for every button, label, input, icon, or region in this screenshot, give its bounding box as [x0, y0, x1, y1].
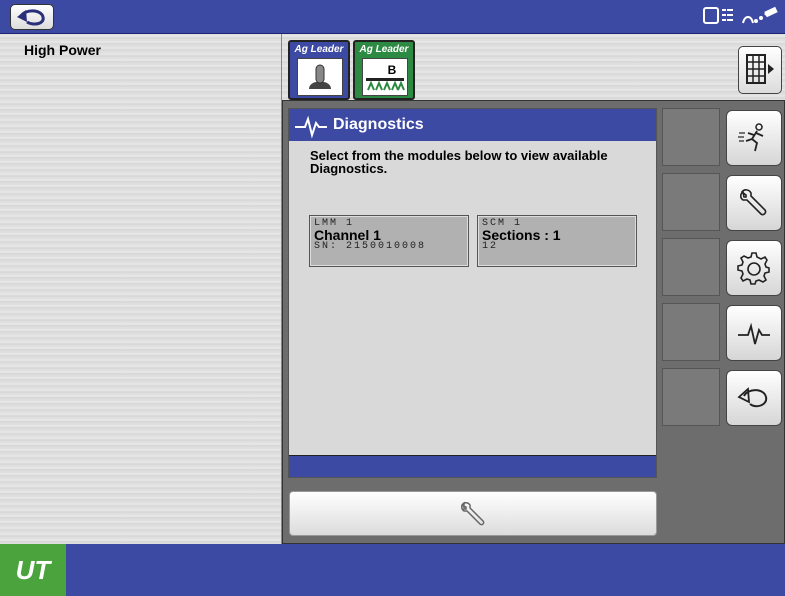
dialog-title: Diagnostics	[333, 116, 424, 133]
softkey-slot-empty	[662, 303, 720, 361]
dialog-title-bar: Diagnostics	[289, 109, 656, 141]
tab-boom-control[interactable]: Ag Leader B	[353, 40, 415, 100]
softkey-undo[interactable]	[726, 370, 782, 426]
tab-icon-frame: B	[362, 58, 408, 96]
module-button-scm[interactable]: SCM 1 Sections : 1 12	[477, 215, 637, 267]
softkey-slot-empty	[662, 173, 720, 231]
diagnostics-dialog: Diagnostics Select from the modules belo…	[288, 108, 657, 478]
pulse-icon	[738, 322, 770, 345]
tools-button[interactable]	[289, 491, 657, 536]
grid-menu-button[interactable]	[738, 46, 782, 94]
back-button[interactable]	[10, 4, 54, 30]
undo-arrow-icon	[737, 387, 768, 408]
softkey-tools[interactable]	[726, 175, 782, 231]
tab-brand-label: Ag Leader	[294, 44, 344, 55]
softkey-settings[interactable]	[726, 240, 782, 296]
gps-satellite-icon	[742, 6, 778, 24]
switch-toggle-icon	[309, 64, 331, 89]
tab-brand-label: Ag Leader	[359, 44, 409, 55]
wrench-icon	[460, 501, 485, 525]
left-panel: High Power	[0, 34, 282, 544]
sprayer-boom-icon	[366, 78, 405, 91]
softkey-slot-empty	[662, 108, 720, 166]
softkey-run[interactable]	[726, 110, 782, 166]
ut-logo-text: UT	[15, 554, 51, 585]
module-button-lmm[interactable]: LMM 1 Channel 1 SN: 2150010008	[309, 215, 469, 267]
left-panel-title: High Power	[24, 42, 102, 58]
status-icons	[703, 5, 779, 27]
grid-icon	[746, 54, 774, 84]
gear-icon	[737, 252, 770, 285]
implement-status-icon	[703, 7, 733, 24]
tab-badge: B	[387, 63, 397, 77]
dialog-message: Select from the modules below to view av…	[310, 148, 608, 176]
tab-icon-frame	[297, 58, 343, 96]
module-serial: SN: 2150010008	[314, 241, 427, 252]
bottom-bar	[0, 544, 785, 596]
softkey-diagnostics[interactable]	[726, 305, 782, 361]
softkey-slot-empty	[662, 368, 720, 426]
runner-icon	[738, 123, 764, 152]
dialog-footer-bar	[289, 455, 656, 477]
universal-terminal-logo[interactable]: UT	[0, 544, 66, 596]
module-name: Sections : 1	[482, 227, 561, 243]
tab-liquid-control[interactable]: Ag Leader	[288, 40, 350, 100]
pulse-icon	[295, 115, 327, 139]
wrench-icon	[739, 189, 767, 216]
top-bar	[0, 0, 785, 34]
back-arrow-icon	[17, 9, 45, 26]
module-serial: 12	[482, 241, 499, 252]
softkey-slot-empty	[662, 238, 720, 296]
